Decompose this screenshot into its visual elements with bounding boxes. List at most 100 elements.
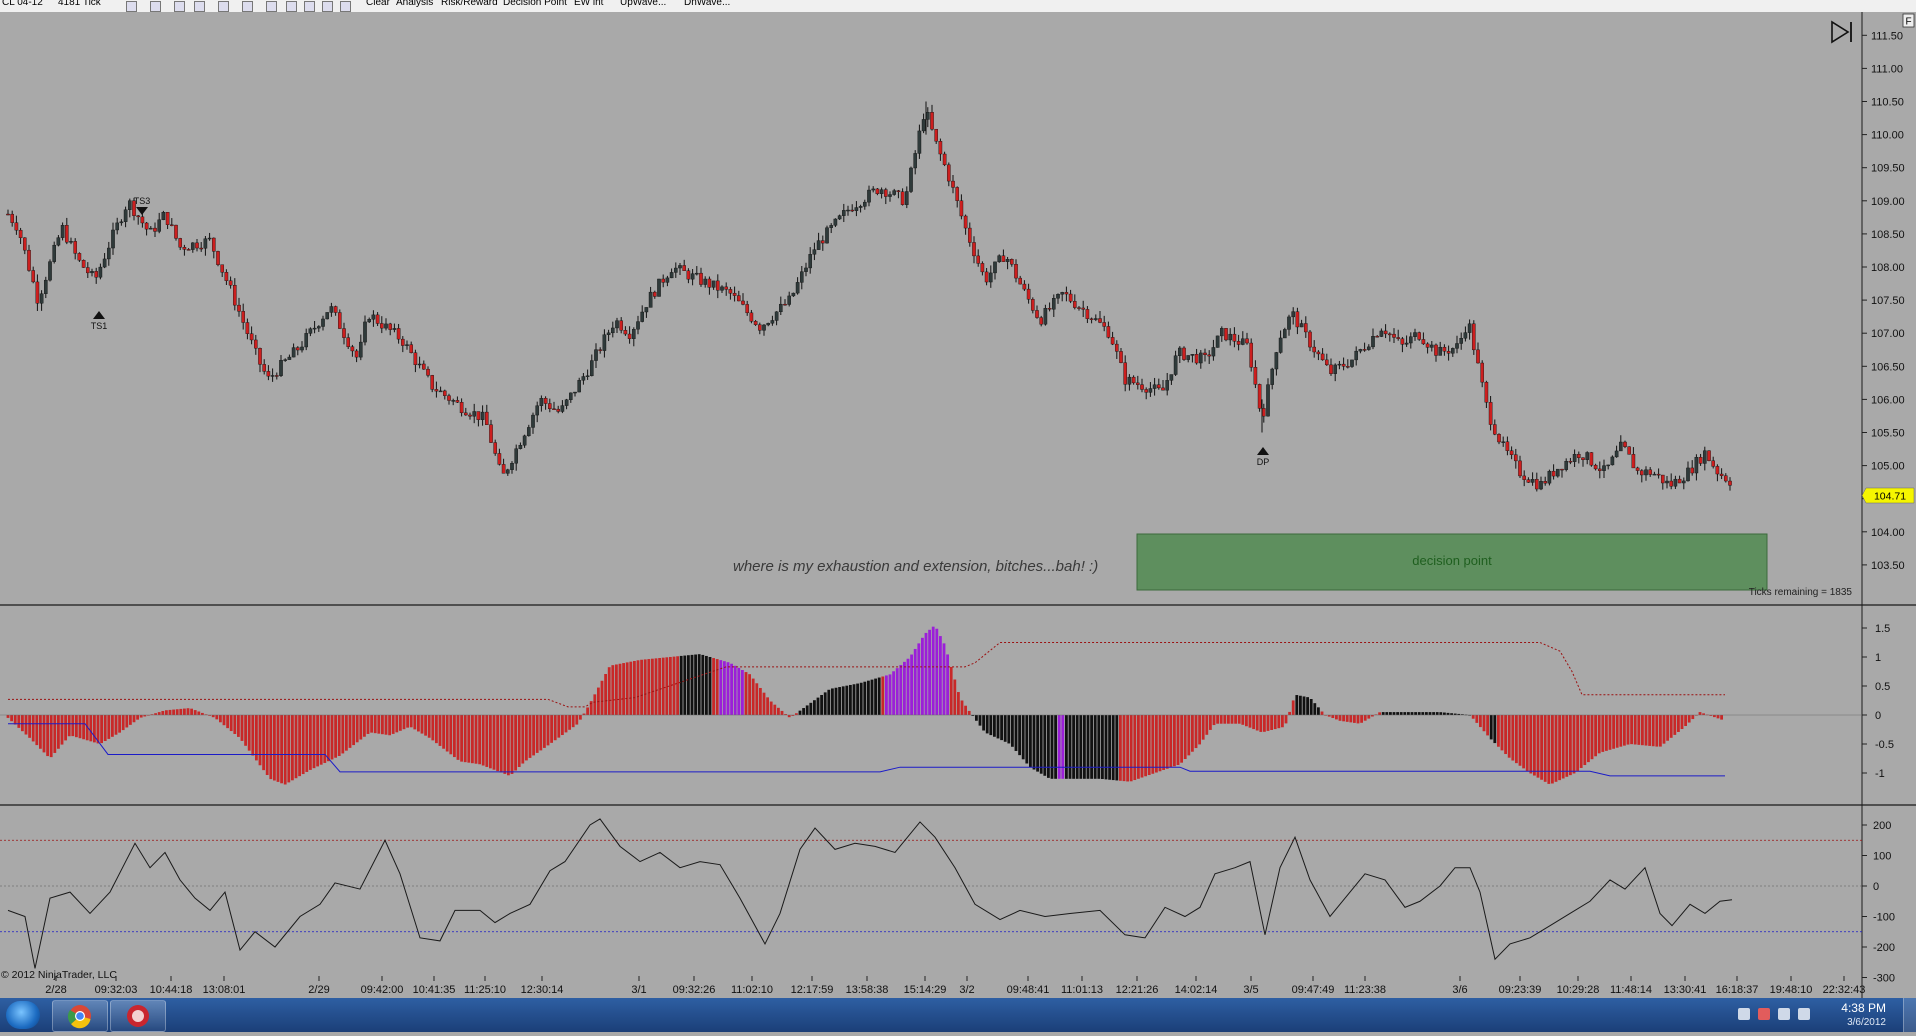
oscillator-histogram-bar: [348, 715, 352, 748]
oscillator-histogram-bar: [1237, 715, 1241, 724]
osc-label: -0.5: [1875, 739, 1894, 751]
indicators-icon[interactable]: [266, 1, 277, 12]
oscillator-histogram-bar: [1230, 715, 1234, 724]
properties-icon[interactable]: [242, 1, 253, 12]
price-bar: [1522, 475, 1526, 480]
price-bar: [44, 279, 48, 294]
bar-type-icon[interactable]: [126, 1, 137, 12]
price-bar: [1572, 454, 1577, 462]
oscillator-histogram-bar: [312, 715, 316, 769]
price-bar: [1434, 344, 1438, 356]
network-status-icon[interactable]: [1738, 1008, 1750, 1020]
chart-canvas[interactable]: 111.50 111.00 110.50 110.00 109.50 109.00 108.…: [0, 12, 1916, 998]
oscillator-histogram-bar: [611, 665, 615, 715]
price-bar: [1320, 353, 1325, 361]
taskbar-clock-time[interactable]: 4:38 PM: [1841, 1001, 1886, 1015]
chart-annotation-text[interactable]: where is my exhaustion and extension, bi…: [733, 558, 1098, 575]
price-bar: [1450, 348, 1455, 354]
menu-decision-point[interactable]: Decision Point: [503, 0, 567, 8]
zoom-out-icon[interactable]: [194, 1, 205, 12]
oscillator-histogram-bar: [1597, 715, 1601, 754]
oscillator-histogram-bar: [993, 715, 996, 737]
price-bar: [1648, 469, 1652, 475]
taskbar-clock-date[interactable]: 3/6/2012: [1847, 1017, 1886, 1028]
price-bar: [451, 400, 456, 402]
price-bar: [1639, 470, 1644, 476]
start-button[interactable]: [6, 1001, 40, 1029]
taskbar-app-ninjatrader[interactable]: [110, 1000, 166, 1032]
oscillator-histogram-bar: [42, 715, 46, 753]
price-bar: [438, 390, 443, 393]
time-label: 12:17:59: [791, 984, 834, 996]
price-bar: [724, 286, 728, 290]
price-bar: [190, 242, 195, 250]
oscillator-histogram-bar: [179, 708, 183, 715]
signal-label-ts3: TS3: [134, 196, 151, 206]
oscillator-histogram-bar: [1194, 715, 1198, 749]
oscillator-histogram-bar: [197, 711, 201, 715]
price-bar: [1480, 362, 1484, 383]
price-bar: [917, 130, 922, 154]
oscillator-histogram-bar: [438, 715, 442, 746]
strategies-icon[interactable]: [286, 1, 297, 12]
price-bar: [476, 411, 481, 420]
price-bar: [594, 349, 598, 361]
price-bar: [321, 318, 325, 327]
taskbar-app-chrome[interactable]: [52, 1000, 108, 1032]
price-bar: [1644, 469, 1648, 476]
oscillator-histogram-bar: [1162, 715, 1165, 771]
price-bar: [102, 258, 107, 268]
price-bar: [1446, 350, 1451, 354]
flag-icon[interactable]: [1778, 1008, 1790, 1020]
oscillator-histogram-bar: [921, 637, 924, 715]
menu-analysis[interactable]: Analysis: [396, 0, 433, 8]
time-label: 09:42:00: [361, 984, 404, 996]
menu-ew-int[interactable]: EW int: [574, 0, 603, 8]
osc-label: -1: [1875, 768, 1885, 780]
oscillator-histogram-bar: [510, 715, 514, 774]
menu-upwave[interactable]: UpWave...: [620, 0, 666, 8]
data-box-icon[interactable]: [322, 1, 333, 12]
price-bar: [1576, 454, 1581, 458]
price-bar: [312, 327, 317, 330]
alert-icon[interactable]: [1758, 1008, 1770, 1020]
snapshot-icon[interactable]: [340, 1, 351, 12]
oscillator-histogram-bar: [1331, 715, 1335, 719]
cci-label: -100: [1873, 912, 1895, 924]
pencil-icon[interactable]: [150, 1, 161, 12]
period-selector[interactable]: 4181 Tick: [58, 0, 101, 8]
oscillator-histogram-bar: [485, 715, 489, 767]
instrument-selector[interactable]: CL 04-12: [2, 0, 43, 8]
price-bar: [1425, 343, 1430, 348]
oscillator-histogram-bar: [161, 711, 165, 715]
price-bar: [443, 390, 447, 396]
price-label: 105.00: [1871, 461, 1905, 473]
price-bar: [858, 206, 863, 208]
oscillator-histogram-bar: [888, 674, 892, 715]
oscillator-histogram-bar: [571, 715, 575, 728]
oscillator-histogram-bar: [787, 715, 791, 718]
oscillator-histogram-bar: [75, 715, 78, 738]
oscillator-histogram-bar: [388, 715, 391, 736]
oscillator-histogram-bar: [193, 710, 197, 715]
oscillator-histogram-bar: [1115, 715, 1119, 781]
oscillator-histogram-bar: [89, 715, 93, 742]
show-desktop-button[interactable]: [1903, 998, 1916, 1032]
zoom-in-icon[interactable]: [174, 1, 185, 12]
menu-dnwave[interactable]: DnWave...: [684, 0, 730, 8]
volume-icon[interactable]: [1798, 1008, 1810, 1020]
price-bar: [1215, 335, 1220, 348]
oscillator-histogram-bar: [82, 715, 85, 740]
price-bar: [1198, 352, 1203, 364]
menu-clear[interactable]: Clear: [366, 0, 390, 8]
crosshair-icon[interactable]: [218, 1, 229, 12]
chart-trader-icon[interactable]: [304, 1, 315, 12]
price-bar: [359, 341, 363, 358]
price-bar: [1543, 481, 1547, 484]
price-bar: [325, 312, 330, 320]
price-bar: [1261, 408, 1266, 417]
price-bar: [207, 237, 212, 240]
oscillator-histogram-bar: [615, 664, 618, 715]
oscillator-histogram-bar: [751, 678, 755, 715]
menu-risk-reward[interactable]: Risk/Reward: [441, 0, 498, 8]
